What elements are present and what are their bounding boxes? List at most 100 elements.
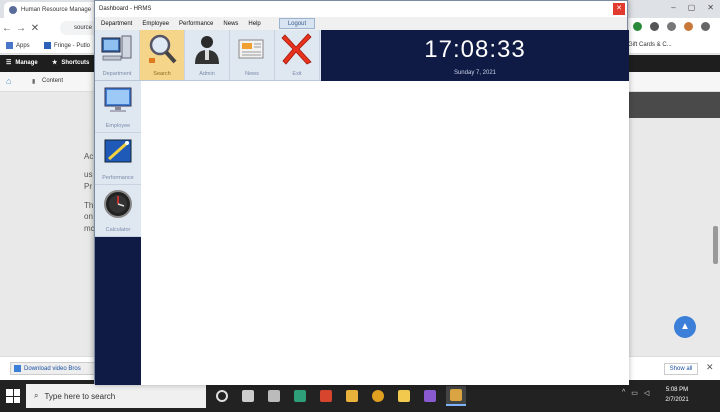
taskbar-search[interactable]: ⌕ Type here to search	[26, 384, 206, 408]
app-icon[interactable]	[316, 386, 336, 406]
magnifier-icon	[149, 34, 177, 64]
shortcuts-menu[interactable]: ★ Shortcuts	[52, 59, 90, 67]
toolbar-label: Search	[153, 71, 171, 77]
hrms-window: Dashboard - HRMS ✕ Department Employee P…	[94, 0, 629, 385]
network-icon[interactable]: ▭	[631, 389, 638, 397]
logout-button[interactable]: Logout	[279, 18, 315, 29]
search-icon: ⌕	[34, 391, 39, 400]
app-icon[interactable]	[290, 386, 310, 406]
news-icon	[238, 39, 264, 59]
toolbar-news-button[interactable]: News	[230, 30, 275, 80]
browser-tab[interactable]: Human Resource Manage	[4, 2, 100, 18]
back-icon[interactable]: ←	[0, 23, 14, 34]
taskbar-clock[interactable]: 5:08 PM 2/7/2021	[660, 385, 694, 405]
toolbar-label: Exit	[292, 71, 302, 77]
exit-x-icon	[281, 33, 312, 65]
manage-label: Manage	[15, 59, 38, 66]
content-link[interactable]: Content	[42, 78, 63, 84]
sidebar-calculator-button[interactable]: Calculator	[95, 185, 141, 237]
cortana-icon[interactable]	[212, 386, 232, 406]
main-content-area	[141, 81, 629, 385]
bookmark-icon	[44, 42, 51, 49]
toolbar-search-button[interactable]: Search	[140, 30, 185, 80]
sidebar-label: Calculator	[105, 227, 131, 233]
star-icon: ★	[52, 60, 58, 66]
menu-performance[interactable]: Performance	[179, 21, 213, 27]
app-close-button[interactable]: ✕	[613, 3, 625, 15]
search-placeholder: Type here to search	[44, 391, 116, 401]
app-icon[interactable]	[264, 386, 284, 406]
menu-dots-icon[interactable]	[701, 22, 710, 31]
extensions	[633, 22, 710, 31]
tab-favicon-icon	[9, 6, 17, 14]
bookmark-fringe[interactable]: Fringe - Putlo	[44, 42, 90, 49]
chevron-up-icon: ▲	[680, 321, 690, 332]
taskbar-time: 5:08 PM	[665, 387, 689, 393]
home-icon[interactable]: ⌂	[6, 76, 11, 86]
bookmark-apps[interactable]: Apps	[6, 42, 30, 49]
download-filename: Download video Bros	[24, 365, 81, 372]
toolbar-label: Department	[102, 71, 132, 77]
monitor-icon	[104, 87, 132, 112]
scroll-top-button[interactable]: ▲	[674, 316, 696, 338]
download-close-icon[interactable]: ✕	[706, 362, 714, 373]
page-icon: ▮	[32, 79, 36, 85]
app-icon[interactable]	[394, 386, 414, 406]
download-item[interactable]: Download video Bros	[10, 362, 96, 375]
puzzle-icon[interactable]	[667, 22, 676, 31]
minimize-icon[interactable]: –	[671, 3, 675, 12]
tab-title: Human Resource Manage	[21, 7, 92, 13]
stop-icon[interactable]: ✕	[28, 23, 42, 34]
sidebar-performance-button[interactable]: Performance	[95, 133, 141, 185]
taskbar-date: 2/7/2021	[665, 397, 689, 403]
visual-studio-icon[interactable]	[420, 386, 440, 406]
task-view-icon[interactable]	[238, 386, 258, 406]
show-all-button[interactable]: Show all	[664, 363, 698, 375]
chevron-up-icon[interactable]: ^	[622, 389, 625, 397]
window-close-icon[interactable]: ✕	[707, 3, 714, 12]
bookmark-label: Gift Cards & C...	[628, 42, 672, 48]
toolbar-exit-button[interactable]: Exit	[275, 30, 320, 80]
sidebar-label: Performance	[102, 175, 134, 181]
app-menubar: Department Employee Performance News Hel…	[95, 17, 627, 30]
hrms-app-icon[interactable]	[446, 386, 466, 406]
site-header-strip	[628, 92, 720, 118]
window-controls: – ▢ ✕	[671, 3, 714, 12]
sidebar-employee-button[interactable]: Employee	[95, 81, 141, 133]
page-text: on	[84, 212, 93, 221]
menu-news[interactable]: News	[223, 21, 238, 27]
volume-icon[interactable]: ◁	[644, 389, 649, 397]
chrome-icon[interactable]	[368, 386, 388, 406]
file-explorer-icon[interactable]	[342, 386, 362, 406]
star-icon[interactable]	[650, 22, 659, 31]
page-text: Ac	[84, 152, 94, 161]
manage-menu[interactable]: ☰ Manage	[6, 59, 38, 67]
sidebar-buttons: Employee Performance Calculator	[95, 81, 141, 237]
apps-grid-icon	[6, 42, 13, 49]
omnibox-text: source	[74, 25, 93, 31]
app-titlebar: Dashboard - HRMS ✕	[95, 1, 627, 17]
menu-employee[interactable]: Employee	[142, 21, 169, 27]
menu-department[interactable]: Department	[101, 21, 132, 27]
digital-clock-date: Sunday 7, 2021	[453, 70, 497, 76]
clock-panel: 17:08:33 Sunday 7, 2021	[321, 30, 629, 81]
bookmark-giftcards[interactable]: Gift Cards & C...	[628, 42, 672, 48]
forward-icon[interactable]: →	[14, 23, 28, 34]
page-text: Th	[84, 201, 94, 210]
shortcuts-label: Shortcuts	[61, 59, 90, 66]
toolbar-label: Admin	[199, 71, 215, 77]
windows-start-icon[interactable]	[6, 389, 20, 403]
maximize-icon[interactable]: ▢	[688, 3, 696, 12]
profile-avatar[interactable]	[684, 22, 693, 31]
toolbar-department-button[interactable]: Department	[95, 30, 140, 80]
app-sidebar: Employee Performance Calculator	[95, 81, 141, 385]
extension-icon[interactable]	[633, 22, 642, 31]
menu-help[interactable]: Help	[248, 21, 260, 27]
clock-gauge-icon	[104, 190, 132, 218]
digital-clock-time: 17:08:33	[424, 36, 526, 63]
toolbar-admin-button[interactable]: Admin	[185, 30, 230, 80]
bookmark-label: Apps	[16, 42, 30, 49]
system-tray: ^ ▭ ◁	[622, 389, 649, 397]
page-scrollbar[interactable]	[713, 226, 718, 264]
hamburger-icon: ☰	[6, 60, 12, 66]
